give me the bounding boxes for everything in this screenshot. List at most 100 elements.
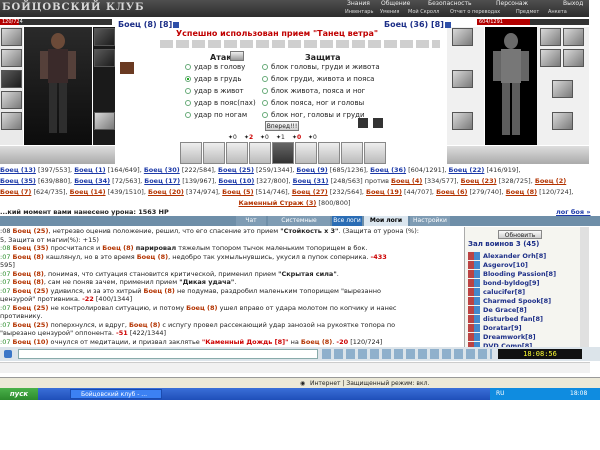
participant-name[interactable]: Каменный Страж (3) bbox=[238, 199, 316, 207]
chat-action-buttons[interactable] bbox=[322, 349, 492, 359]
right-player-name[interactable]: Боец (36) [8] bbox=[384, 20, 451, 29]
fight-option-7[interactable] bbox=[318, 142, 340, 164]
participant-name[interactable]: Боец (25) bbox=[218, 166, 254, 174]
attack-head-option[interactable]: удар в голову bbox=[185, 62, 245, 72]
left-player-avatar[interactable] bbox=[24, 27, 92, 145]
radio-icon[interactable] bbox=[262, 112, 268, 118]
clan-icon[interactable] bbox=[468, 279, 480, 287]
radio-icon[interactable] bbox=[262, 88, 268, 94]
participant-name[interactable]: Боец (4) bbox=[391, 177, 422, 185]
clan-icon[interactable] bbox=[468, 324, 480, 332]
right-weapon-slot[interactable] bbox=[552, 80, 573, 98]
clan-icon[interactable] bbox=[468, 315, 480, 323]
log-name[interactable]: Боец (10) bbox=[13, 338, 49, 346]
participant-name[interactable]: Боец (22) bbox=[448, 166, 484, 174]
log-name[interactable]: Боец (8) bbox=[301, 338, 332, 346]
participant-name[interactable]: Боец (13) bbox=[0, 166, 36, 174]
clan-icon[interactable] bbox=[468, 333, 480, 341]
fight-option-2[interactable] bbox=[203, 142, 225, 164]
taskbar-browser-item[interactable]: Бойцовский клуб - ... bbox=[70, 389, 162, 399]
left-shield-slot[interactable] bbox=[94, 49, 115, 67]
room-scrollbar[interactable] bbox=[580, 227, 589, 347]
clan-icon[interactable] bbox=[468, 306, 480, 314]
nav-my-scroll[interactable]: Мой Скролл bbox=[408, 8, 439, 16]
nav-profile[interactable]: Анкета bbox=[548, 8, 567, 16]
log-name[interactable]: Боец (25) bbox=[13, 287, 49, 295]
attack-swords-icon[interactable] bbox=[358, 118, 368, 128]
right-small-items-row[interactable] bbox=[447, 146, 589, 164]
nav-exit[interactable]: Выход bbox=[563, 0, 583, 8]
forward-button[interactable]: Вперед!!! bbox=[265, 121, 299, 131]
right-player-avatar[interactable] bbox=[485, 27, 537, 145]
radio-icon[interactable] bbox=[185, 76, 191, 82]
nav-security[interactable]: Безопасность bbox=[428, 0, 472, 8]
left-weapon-slot[interactable] bbox=[1, 49, 22, 67]
participants-line-1[interactable]: Боец (13) [397/553], Боец (1) [164/649],… bbox=[0, 165, 589, 176]
participant-name[interactable]: Боец (9) bbox=[296, 166, 327, 174]
right-armor-slot[interactable] bbox=[452, 70, 473, 88]
info-icon[interactable] bbox=[173, 21, 180, 28]
log-name[interactable]: Боец (8) bbox=[13, 270, 44, 278]
log-name[interactable]: Боец (8) bbox=[129, 321, 160, 329]
nav-item[interactable]: Предмет bbox=[516, 8, 539, 16]
participant-name[interactable]: Боец (8) bbox=[506, 188, 537, 196]
log-name[interactable]: Боец (8) bbox=[13, 278, 44, 286]
right-helmet-slot[interactable] bbox=[452, 28, 473, 46]
radio-icon[interactable] bbox=[185, 112, 191, 118]
nav-transfer-report[interactable]: Отчет о переводах bbox=[450, 8, 500, 16]
participant-name[interactable]: Боец (23) bbox=[461, 177, 497, 185]
radio-icon[interactable] bbox=[185, 64, 191, 70]
left-helmet-slot[interactable] bbox=[1, 28, 22, 46]
radio-icon[interactable] bbox=[262, 76, 268, 82]
participant-name[interactable]: Боец (14) bbox=[70, 188, 106, 196]
right-boots-slot[interactable] bbox=[452, 112, 473, 130]
participant-name[interactable]: Боец (34) bbox=[74, 177, 110, 185]
participants-line-2[interactable]: Боец (35) [639/880], Боец (34) [72/563],… bbox=[0, 176, 589, 187]
fight-option-8[interactable] bbox=[341, 142, 363, 164]
left-buff-icon[interactable] bbox=[120, 62, 134, 74]
language-indicator[interactable]: RU bbox=[496, 388, 505, 400]
participant-name[interactable]: Боец (5) bbox=[222, 188, 253, 196]
log-name[interactable]: Боец (8) bbox=[186, 304, 217, 312]
nav-skills[interactable]: Умения bbox=[380, 8, 399, 16]
fight-option-4[interactable] bbox=[249, 142, 271, 164]
fight-option-6[interactable] bbox=[295, 142, 317, 164]
smile-icon[interactable] bbox=[4, 350, 12, 358]
participant-name[interactable]: Боец (10) bbox=[218, 177, 254, 185]
defense-option-4[interactable]: блок пояса, ног и головы bbox=[262, 98, 364, 108]
nav-knowledge[interactable]: Знания bbox=[347, 0, 370, 8]
tray-clock[interactable]: 18:08 bbox=[570, 388, 587, 400]
left-boots-slot[interactable] bbox=[94, 112, 115, 130]
left-ring-slot[interactable] bbox=[94, 28, 115, 46]
tab-system-messages[interactable]: Системные сообщения bbox=[268, 216, 330, 234]
participant-name[interactable]: Боец (35) bbox=[0, 177, 36, 185]
nav-character[interactable]: Персонаж bbox=[496, 0, 528, 8]
radio-icon[interactable] bbox=[262, 64, 268, 70]
info-icon[interactable] bbox=[444, 21, 451, 28]
participant-name[interactable]: Боец (36) bbox=[370, 166, 406, 174]
game-logo[interactable]: БОЙЦОВСКИЙ КЛУБ bbox=[2, 1, 145, 15]
left-shield-icon[interactable] bbox=[230, 51, 244, 61]
defense-swords-icon[interactable] bbox=[373, 118, 383, 128]
participant-name[interactable]: Боец (19) bbox=[366, 188, 402, 196]
radio-icon[interactable] bbox=[262, 100, 268, 106]
participant-name[interactable]: Боец (31) bbox=[293, 177, 329, 185]
tab-settings[interactable]: Настройки bbox=[410, 216, 450, 226]
participant-name[interactable]: Боец (7) bbox=[0, 188, 31, 196]
chat-input[interactable] bbox=[18, 349, 318, 359]
left-armor-slot[interactable] bbox=[1, 70, 22, 88]
tab-chat[interactable]: Чат bbox=[236, 216, 266, 226]
left-player-name[interactable]: Боец (8) [8] bbox=[118, 20, 180, 29]
clan-icon[interactable] bbox=[468, 270, 480, 278]
participant-name[interactable]: Боец (30) bbox=[144, 166, 180, 174]
participant-name[interactable]: Боец (20) bbox=[148, 188, 184, 196]
start-button[interactable]: пуск bbox=[0, 388, 38, 400]
attack-chest-option[interactable]: удар в грудь bbox=[185, 74, 242, 84]
log-name[interactable]: Боец (25) bbox=[13, 304, 49, 312]
log-name[interactable]: Боец (35) bbox=[13, 244, 49, 252]
fight-option-3[interactable] bbox=[226, 142, 248, 164]
tab-my-logs[interactable]: Мои логи bbox=[364, 216, 408, 226]
right-earring-slot[interactable] bbox=[540, 28, 561, 46]
log-name[interactable]: Боец (8) bbox=[13, 253, 44, 261]
log-name[interactable]: Боец (8) bbox=[144, 287, 175, 295]
